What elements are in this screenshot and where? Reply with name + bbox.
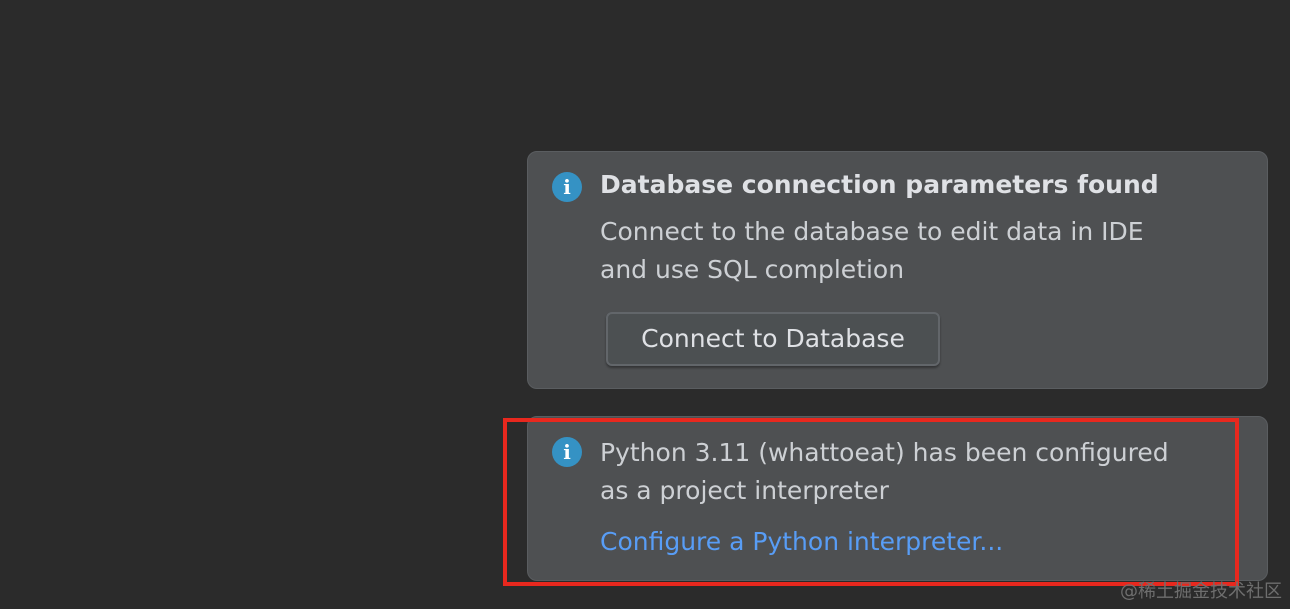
notification-title: Database connection parameters found: [600, 170, 1159, 199]
info-icon: i: [552, 437, 582, 467]
notification-python-interpreter[interactable]: i Python 3.11 (whattoeat) has been confi…: [527, 416, 1268, 581]
notification-body-line: Python 3.11 (whattoeat) has been configu…: [600, 438, 1169, 467]
notification-database-connection[interactable]: i Database connection parameters found C…: [527, 151, 1268, 389]
configure-python-interpreter-link[interactable]: Configure a Python interpreter...: [600, 527, 1003, 556]
notification-body: Python 3.11 (whattoeat) has been configu…: [600, 434, 1240, 510]
info-icon: i: [552, 172, 582, 202]
notification-body: Connect to the database to edit data in …: [600, 213, 1240, 289]
connect-to-database-button[interactable]: Connect to Database: [606, 312, 940, 366]
watermark: @稀土掘金技术社区: [1120, 581, 1282, 602]
ide-editor-area: i Database connection parameters found C…: [0, 0, 1290, 609]
notification-body-line: Connect to the database to edit data in …: [600, 217, 1144, 246]
notification-body-line: as a project interpreter: [600, 476, 889, 505]
notification-body-line: and use SQL completion: [600, 255, 905, 284]
